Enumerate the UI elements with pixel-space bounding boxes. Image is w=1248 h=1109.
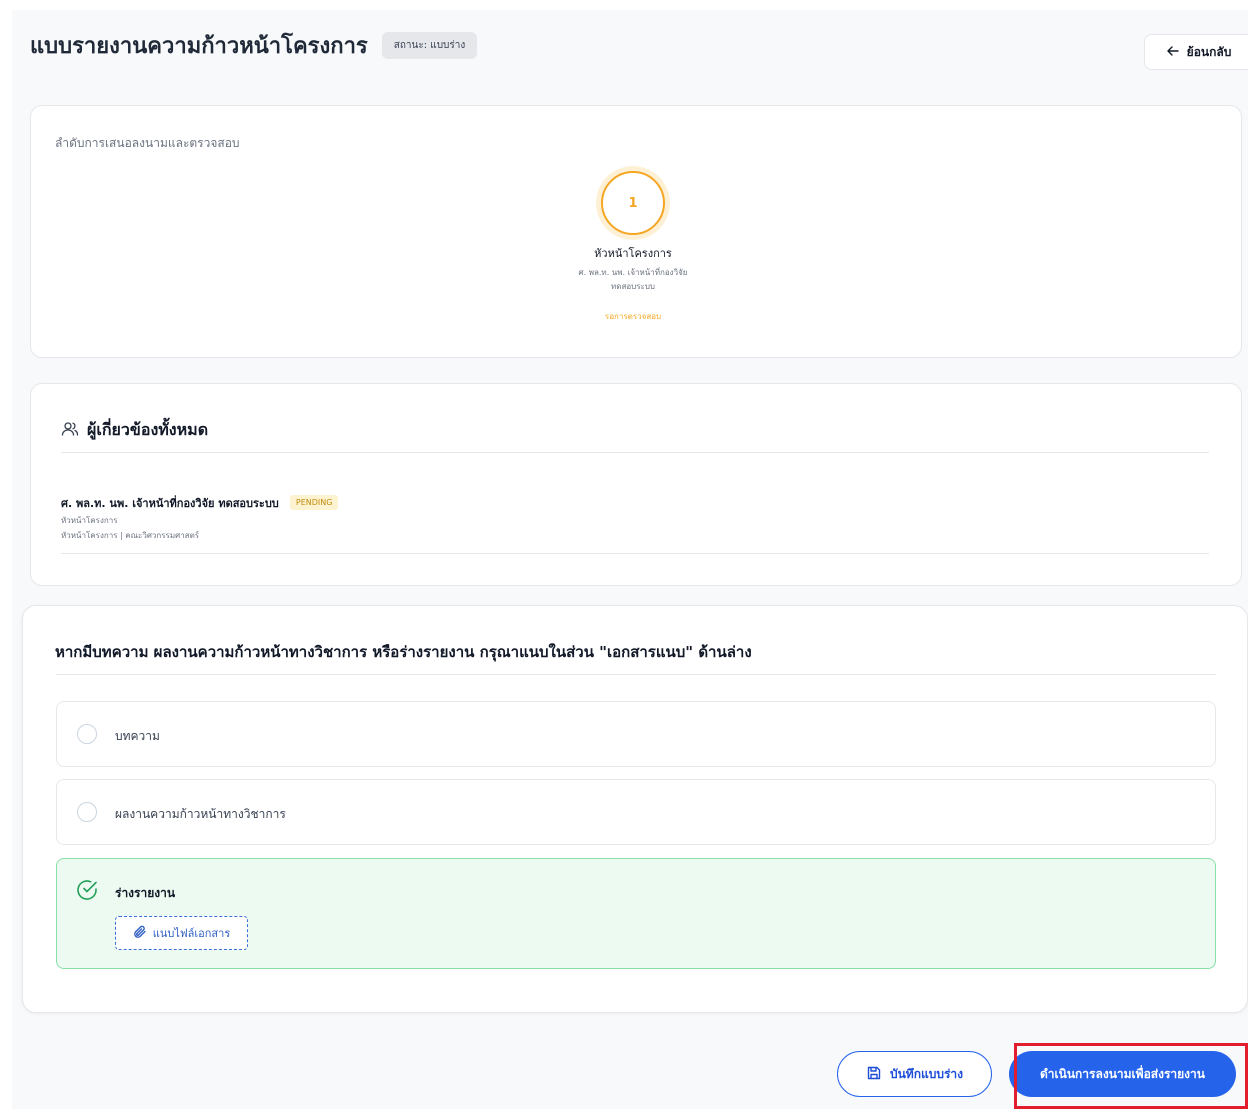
pending-badge: PENDING bbox=[289, 495, 339, 510]
stakeholders-header: ผู้เกี่ยวข้องทั้งหมด bbox=[61, 418, 208, 443]
stakeholder-name: ศ. พล.ท. นพ. เจ้าหน้าที่กองวิจัย ทดสอบระ… bbox=[61, 497, 279, 510]
stakeholder-department: หัวหน้าโครงการ | คณะวิศวกรรมศาสตร์ bbox=[61, 531, 200, 540]
status-badge: สถานะ: แบบร่าง bbox=[381, 32, 478, 59]
back-button[interactable]: ย้อนกลับ bbox=[1144, 34, 1248, 70]
radio-button[interactable] bbox=[77, 724, 97, 744]
users-icon bbox=[61, 420, 79, 442]
divider bbox=[61, 452, 1209, 453]
approval-sequence-card: ลำดับการเสนอลงนามและตรวจสอบ 1 หัวหน้าโคร… bbox=[30, 105, 1242, 358]
approval-sequence-label: ลำดับการเสนอลงนามและตรวจสอบ bbox=[55, 136, 240, 150]
save-draft-label: บันทึกแบบร่าง bbox=[889, 1066, 963, 1081]
radio-button[interactable] bbox=[77, 802, 97, 822]
option-label: บทความ bbox=[115, 729, 160, 743]
step-number-circle: 1 bbox=[601, 171, 665, 235]
check-circle-icon[interactable] bbox=[75, 878, 99, 906]
step-title: หัวหน้าโครงการ bbox=[594, 247, 672, 260]
option-label: ร่างรายงาน bbox=[115, 886, 176, 900]
submit-signing-button[interactable]: ดำเนินการลงนามเพื่อส่งรายงาน bbox=[1009, 1051, 1236, 1097]
step-approver-name: ศ. พล.ท. นพ. เจ้าหน้าที่กองวิจัย bbox=[578, 268, 688, 277]
submit-signing-label: ดำเนินการลงนามเพื่อส่งรายงาน bbox=[1040, 1066, 1205, 1081]
attachments-card: หากมีบทความ ผลงานความก้าวหน้าทางวิชาการ … bbox=[22, 605, 1248, 1013]
option-article[interactable]: บทความ bbox=[56, 701, 1216, 767]
page-header: แบบรายงานความก้าวหน้าโครงการ สถานะ: แบบร… bbox=[30, 28, 478, 63]
step-approver-subname: ทดสอบระบบ bbox=[611, 282, 655, 291]
arrow-left-icon bbox=[1166, 45, 1179, 60]
attachments-question: หากมีบทความ ผลงานความก้าวหน้าทางวิชาการ … bbox=[55, 643, 752, 661]
divider bbox=[61, 553, 1209, 554]
step-status: รอการตรวจสอบ bbox=[604, 312, 662, 321]
back-button-label: ย้อนกลับ bbox=[1186, 44, 1232, 59]
divider bbox=[56, 674, 1216, 675]
paperclip-icon bbox=[133, 925, 147, 942]
attach-file-label: แนบไฟล์เอกสาร bbox=[152, 927, 231, 940]
stakeholders-card: ผู้เกี่ยวข้องทั้งหมด ศ. พล.ท. นพ. เจ้าหน… bbox=[30, 383, 1242, 586]
stakeholder-row: ศ. พล.ท. นพ. เจ้าหน้าที่กองวิจัย ทดสอบระ… bbox=[61, 492, 339, 542]
stakeholder-role: หัวหน้าโครงการ bbox=[61, 516, 118, 525]
option-draft-report[interactable]: ร่างรายงาน แนบไฟล์เอกสาร bbox=[56, 858, 1216, 969]
stakeholders-title: ผู้เกี่ยวข้องทั้งหมด bbox=[87, 420, 209, 439]
page-title: แบบรายงานความก้าวหน้าโครงการ bbox=[30, 34, 368, 59]
option-academic-progress[interactable]: ผลงานความก้าวหน้าทางวิชาการ bbox=[56, 779, 1216, 845]
save-icon bbox=[866, 1065, 882, 1084]
attach-file-button[interactable]: แนบไฟล์เอกสาร bbox=[115, 916, 248, 950]
option-label: ผลงานความก้าวหน้าทางวิชาการ bbox=[115, 807, 286, 821]
save-draft-button[interactable]: บันทึกแบบร่าง bbox=[837, 1051, 992, 1097]
page: แบบรายงานความก้าวหน้าโครงการ สถานะ: แบบร… bbox=[12, 10, 1248, 1109]
